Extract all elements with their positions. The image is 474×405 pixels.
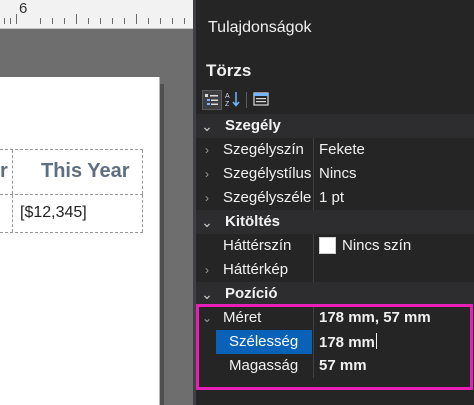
property-width[interactable]: Szélesség 178 mm	[196, 330, 474, 354]
property-value: Nincs	[319, 165, 357, 182]
property-name: Méret	[223, 309, 262, 326]
category-fill[interactable]: ⌄ Kitöltés	[196, 210, 474, 234]
categorized-icon[interactable]	[202, 90, 222, 110]
chevron-right-icon[interactable]: ›	[199, 162, 215, 186]
report-table[interactable]: r This Year [$12,345]	[0, 149, 143, 233]
chevron-right-icon[interactable]: ›	[199, 138, 215, 162]
chevron-right-icon[interactable]: ›	[199, 258, 215, 282]
category-label: Kitöltés	[225, 213, 281, 230]
property-value: Fekete	[319, 141, 365, 158]
header-cell-this-year[interactable]: This Year	[41, 160, 130, 183]
property-background-image[interactable]: › Háttérkép	[196, 258, 474, 282]
report-designer: 6 r This Year [$12,345] Tulajdonságok Tö…	[0, 0, 474, 405]
property-value-input[interactable]: 178 mm	[313, 330, 474, 354]
property-value-field[interactable]: Nincs	[313, 162, 474, 186]
property-border-width[interactable]: › Szegélyszélesség 1 pt	[196, 186, 474, 210]
chevron-down-icon[interactable]: ⌄	[199, 114, 215, 138]
category-label: Szegély	[225, 117, 281, 134]
table-data-row[interactable]: [$12,345]	[0, 195, 143, 233]
color-swatch[interactable]	[319, 237, 336, 254]
property-name: Szélesség	[229, 333, 299, 350]
svg-text:A: A	[225, 93, 230, 100]
data-cell-this-year[interactable]: [$12,345]	[20, 204, 87, 222]
chevron-down-icon[interactable]: ⌄	[199, 282, 215, 306]
header-cell-previous[interactable]: r	[0, 160, 8, 183]
pane-title: Tulajdonságok	[208, 19, 312, 36]
property-name: Háttérkép	[223, 261, 289, 278]
chevron-down-icon[interactable]: ⌄	[199, 306, 215, 330]
chevron-right-icon[interactable]: ›	[199, 186, 215, 210]
property-pages-icon[interactable]	[252, 90, 272, 110]
category-border[interactable]: ⌄ Szegély	[196, 114, 474, 138]
property-height[interactable]: Magasság 57 mm	[196, 354, 474, 378]
text-caret	[375, 333, 377, 349]
property-value-field[interactable]: Fekete	[313, 138, 474, 162]
ruler-number: 6	[19, 0, 28, 17]
property-value-field[interactable]: 1 pt	[313, 186, 474, 210]
toolbar-separator	[246, 92, 247, 108]
report-page[interactable]: r This Year [$12,345]	[0, 77, 160, 405]
page-shadow	[160, 84, 164, 405]
property-value-field[interactable]	[313, 258, 474, 282]
horizontal-ruler: 6	[0, 0, 193, 29]
property-name: Szegélyszélesség	[223, 189, 312, 206]
table-header-row[interactable]: r This Year	[0, 149, 143, 195]
property-value: 178 mm	[319, 334, 375, 351]
property-name: Szegélyszín	[223, 141, 304, 158]
alphabetical-icon[interactable]: A Z	[224, 90, 244, 110]
chevron-down-icon[interactable]: ⌄	[199, 210, 215, 234]
property-value-field[interactable]: 178 mm, 57 mm	[313, 306, 474, 330]
property-value: 1 pt	[319, 189, 345, 206]
property-background-color[interactable]: Háttérszín Nincs szín	[196, 234, 474, 258]
property-grid: ⌄ Szegély › Szegélyszín Fekete › Szegély…	[196, 114, 474, 378]
property-value-field[interactable]: Nincs szín	[313, 234, 474, 258]
svg-text:Z: Z	[225, 101, 230, 108]
property-border-color[interactable]: › Szegélyszín Fekete	[196, 138, 474, 162]
property-border-style[interactable]: › Szegélystílus Nincs	[196, 162, 474, 186]
category-label: Pozíció	[225, 285, 278, 302]
category-position[interactable]: ⌄ Pozíció	[196, 282, 474, 306]
property-name: Szegélystílus	[223, 165, 312, 182]
property-value: 57 mm	[319, 357, 367, 374]
property-name: Háttérszín	[223, 237, 292, 254]
property-name: Magasság	[229, 357, 299, 374]
properties-toolbar: A Z	[196, 88, 474, 112]
property-value: 178 mm, 57 mm	[319, 309, 431, 326]
property-size[interactable]: ⌄ Méret 178 mm, 57 mm	[196, 306, 474, 330]
property-value: Nincs szín	[342, 237, 412, 254]
properties-pane: Tulajdonságok Törzs A Z ⌄ Szegély › Szeg…	[196, 0, 474, 405]
property-value-field[interactable]: 57 mm	[313, 354, 474, 378]
selected-object-name: Törzs	[206, 61, 252, 80]
design-surface[interactable]: 6 r This Year [$12,345]	[0, 0, 193, 405]
